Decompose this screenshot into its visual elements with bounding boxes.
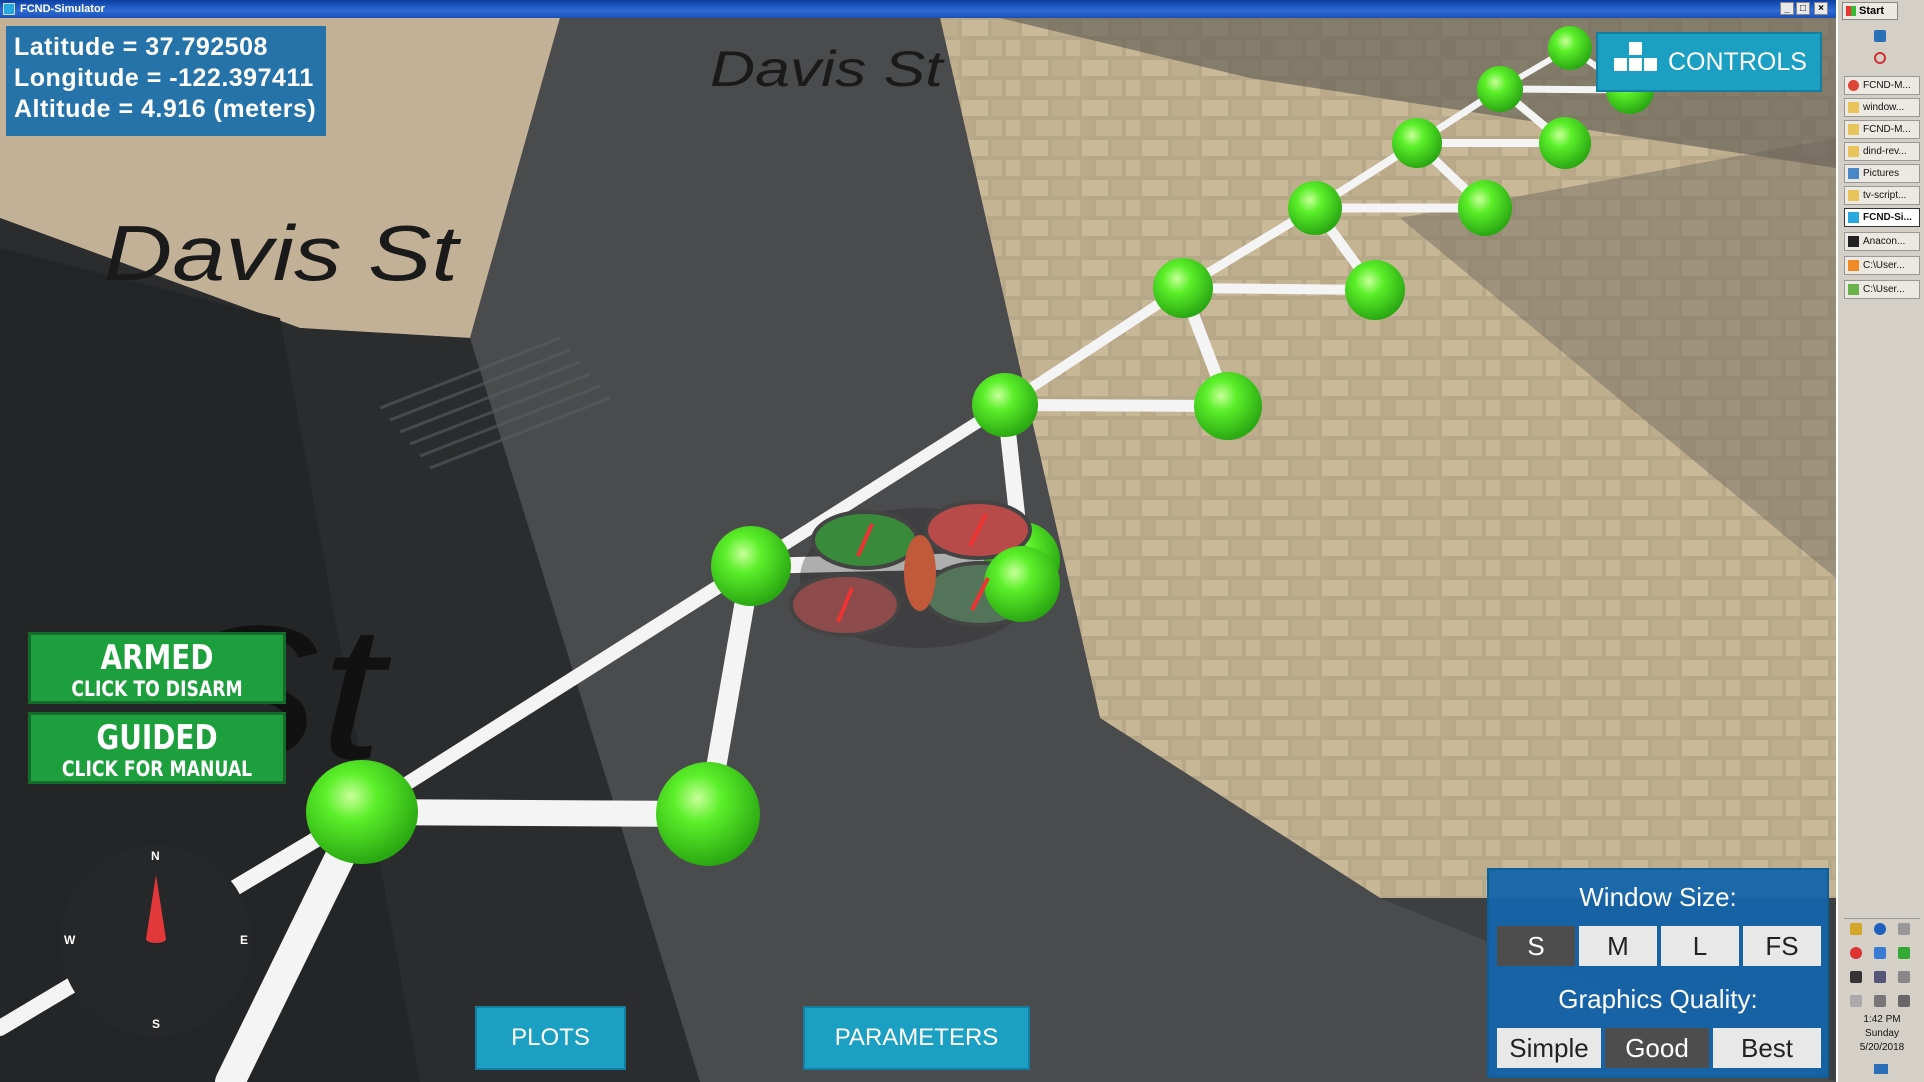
taskbar-item[interactable]: C:\User... xyxy=(1844,256,1920,275)
signal-icon[interactable] xyxy=(1898,995,1910,1007)
shield-icon[interactable] xyxy=(1850,923,1862,935)
restore-button[interactable]: □ xyxy=(1796,2,1810,15)
graphics-quality-header: Graphics Quality: xyxy=(1558,984,1758,1014)
folder-icon xyxy=(1848,124,1859,135)
flag-icon[interactable] xyxy=(1898,971,1910,983)
latitude-text: Latitude = 37.792508 xyxy=(14,33,268,61)
window-size-s-button[interactable]: S xyxy=(1497,926,1575,966)
window-title-bar: FCND-Simulator _ □ × xyxy=(0,0,1836,18)
desktop-icon[interactable] xyxy=(1874,30,1886,42)
volume-icon[interactable] xyxy=(1874,995,1886,1007)
sync-icon[interactable] xyxy=(1874,947,1886,959)
window-size-l-button[interactable]: L xyxy=(1661,926,1739,966)
plots-button[interactable]: PLOTS xyxy=(475,1006,626,1070)
pictures-icon xyxy=(1848,168,1859,179)
notepad-icon xyxy=(1848,284,1859,295)
taskbar-item-active[interactable]: FCND-Si... xyxy=(1844,208,1920,227)
show-desktop-icon[interactable] xyxy=(1874,1064,1888,1074)
taskbar-item[interactable]: C:\User... xyxy=(1844,280,1920,299)
keyboard-keys-icon xyxy=(1614,42,1658,82)
network-icon[interactable] xyxy=(1898,923,1910,935)
window-size-m-button[interactable]: M xyxy=(1579,926,1657,966)
taskbar: Start FCND-M... window... FCND-M... dind… xyxy=(1836,0,1924,1082)
compass-needle-icon xyxy=(146,875,166,943)
device-icon[interactable] xyxy=(1850,995,1862,1007)
steam-icon[interactable] xyxy=(1850,971,1862,983)
window-size-fs-button[interactable]: FS xyxy=(1743,926,1821,966)
taskbar-item[interactable]: Pictures xyxy=(1844,164,1920,183)
minimize-button[interactable]: _ xyxy=(1780,2,1794,15)
taskbar-item[interactable]: Anacon... xyxy=(1844,232,1920,251)
altitude-text: Altitude = 4.916 (meters) xyxy=(14,95,317,123)
taskbar-item[interactable]: window... xyxy=(1844,98,1920,117)
guided-title: GUIDED xyxy=(96,718,218,758)
windows-logo-icon xyxy=(1846,6,1856,16)
parameters-button[interactable]: PARAMETERS xyxy=(803,1006,1030,1070)
clock-time: 1:42 PM xyxy=(1863,1014,1901,1025)
position-readout: Latitude = 37.792508 Longitude = -122.39… xyxy=(6,26,326,136)
start-button[interactable]: Start xyxy=(1842,2,1898,20)
graphics-best-button[interactable]: Best xyxy=(1713,1028,1821,1068)
bluetooth-icon[interactable] xyxy=(1874,923,1886,935)
graphics-good-button[interactable]: Good xyxy=(1605,1028,1709,1068)
street-label: Davis St xyxy=(104,210,462,297)
window-size-header: Window Size: xyxy=(1579,882,1737,912)
guided-toggle-button[interactable]: GUIDED CLICK FOR MANUAL xyxy=(28,712,286,784)
clock-day: Sunday xyxy=(1865,1028,1899,1039)
taskbar-item[interactable]: tv-script... xyxy=(1844,186,1920,205)
quicklaunch-icon[interactable] xyxy=(1874,52,1886,64)
street-label: Davis St xyxy=(710,41,945,97)
armed-toggle-button[interactable]: ARMED CLICK TO DISARM xyxy=(28,632,286,704)
app-tray-icon[interactable] xyxy=(1898,947,1910,959)
chrome-icon xyxy=(1848,80,1859,91)
app-icon xyxy=(3,3,15,15)
compass: N E S W xyxy=(60,845,252,1037)
taskbar-item[interactable]: dind-rev... xyxy=(1844,142,1920,161)
sublime-icon xyxy=(1848,260,1859,271)
folder-icon xyxy=(1848,102,1859,113)
taskbar-item[interactable]: FCND-M... xyxy=(1844,76,1920,95)
display-icon[interactable] xyxy=(1874,971,1886,983)
graphics-simple-button[interactable]: Simple xyxy=(1497,1028,1601,1068)
controls-label: CONTROLS xyxy=(1668,48,1807,76)
start-label: Start xyxy=(1859,5,1885,17)
update-icon[interactable] xyxy=(1850,947,1862,959)
armed-title: ARMED xyxy=(100,638,214,678)
armed-action: CLICK TO DISARM xyxy=(71,677,243,701)
unity-icon xyxy=(1848,212,1859,223)
clock-date: 5/20/2018 xyxy=(1859,1042,1905,1053)
folder-icon xyxy=(1848,146,1859,157)
system-clock[interactable]: 1:42 PM Sunday 5/20/2018 xyxy=(1838,1013,1924,1055)
window-title: FCND-Simulator xyxy=(20,3,105,15)
guided-action: CLICK FOR MANUAL xyxy=(61,757,253,781)
display-settings-panel: Window Size: S M L FS Graphics Quality: … xyxy=(1487,868,1829,1078)
longitude-text: Longitude = -122.397411 xyxy=(14,64,314,92)
close-button[interactable]: × xyxy=(1814,2,1828,15)
folder-icon xyxy=(1848,190,1859,201)
terminal-icon xyxy=(1848,236,1859,247)
controls-button[interactable]: CONTROLS xyxy=(1596,32,1822,92)
taskbar-item[interactable]: FCND-M... xyxy=(1844,120,1920,139)
